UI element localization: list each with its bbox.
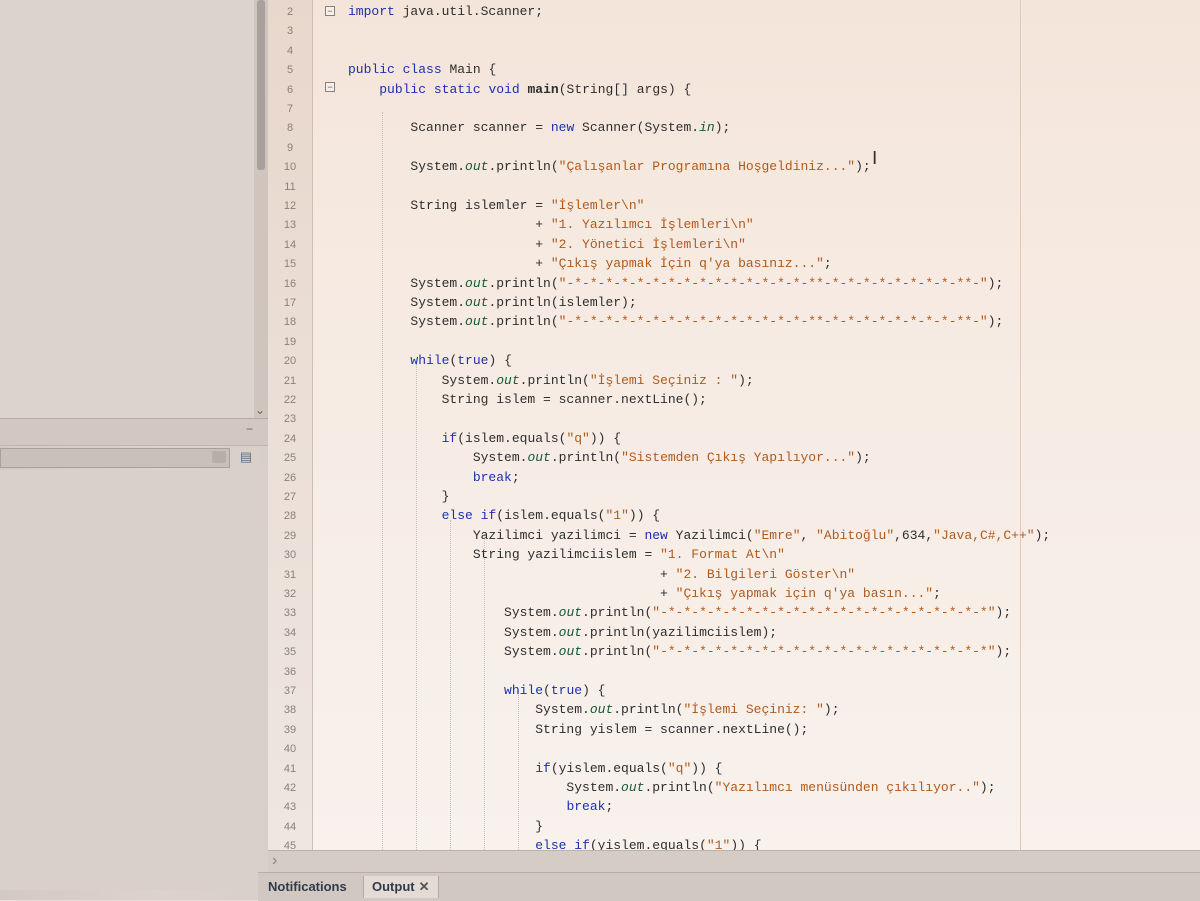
code-line[interactable]: + "2. Bilgileri Göster\n" [348, 567, 855, 583]
line-number: 12 [283, 200, 297, 212]
code-line[interactable]: String yazilimciislem = "1. Format At\n" [348, 547, 785, 563]
line-number: 13 [283, 219, 297, 231]
projects-scroll-thumb[interactable] [257, 0, 265, 170]
line-number: 29 [283, 530, 297, 542]
right-margin-line [1020, 0, 1021, 850]
line-number: 22 [283, 394, 297, 406]
line-number: 41 [283, 763, 297, 775]
line-number: 3 [286, 25, 294, 37]
line-number: 15 [283, 258, 297, 270]
ibeam-cursor-icon: I [872, 148, 878, 169]
line-number: 18 [283, 316, 297, 328]
line-number: 9 [286, 142, 294, 154]
line-number: 8 [286, 122, 294, 134]
code-line[interactable]: if(islem.equals("q")) { [348, 431, 621, 447]
code-line[interactable]: System.out.println("-*-*-*-*-*-*-*-*-*-*… [348, 644, 1011, 660]
scroll-right-icon[interactable]: › [272, 852, 277, 870]
line-number: 37 [283, 685, 297, 697]
line-number: 21 [283, 375, 297, 387]
line-number: 7 [286, 103, 294, 115]
editor-horizontal-scrollbar[interactable] [268, 850, 1200, 873]
line-number: 27 [283, 491, 297, 503]
line-number: 23 [283, 413, 297, 425]
code-line[interactable]: if(yislem.equals("q")) { [348, 761, 722, 777]
code-line[interactable]: String yislem = scanner.nextLine(); [348, 722, 808, 738]
line-number: 11 [284, 181, 296, 193]
tab-notifications-label: Notifications [268, 879, 347, 894]
code-line[interactable]: while(true) { [348, 683, 605, 699]
code-line[interactable]: System.out.println("-*-*-*-*-*-*-*-*-*-*… [348, 314, 1003, 330]
code-line[interactable]: String islemler = "İşlemler\n" [348, 198, 644, 214]
line-number: 10 [283, 161, 297, 173]
code-line[interactable]: String islem = scanner.nextLine(); [348, 392, 707, 408]
code-line[interactable]: System.out.println("-*-*-*-*-*-*-*-*-*-*… [348, 605, 1011, 621]
code-line[interactable]: } [348, 489, 450, 505]
line-number: 40 [283, 743, 297, 755]
line-number: 38 [283, 704, 297, 716]
code-line[interactable]: System.out.println("Çalışanlar Programın… [348, 159, 870, 175]
close-icon[interactable]: ✕ [419, 879, 430, 894]
line-number: 20 [283, 355, 297, 367]
minimize-icon[interactable]: − [246, 423, 260, 435]
line-number: 31 [283, 569, 297, 581]
scroll-down-icon[interactable]: ⌄ [252, 402, 268, 418]
line-number: 4 [286, 45, 294, 57]
code-line[interactable]: public static void main(String[] args) { [348, 82, 691, 98]
code-line[interactable]: } [348, 819, 543, 835]
line-number: 17 [283, 297, 297, 309]
line-number: 42 [283, 782, 297, 794]
navigator-panel [0, 470, 264, 890]
navigator-panel-icon[interactable]: ▤ [236, 448, 256, 466]
navigator-header [0, 418, 268, 446]
code-line[interactable]: System.out.println(yazilimciislem); [348, 625, 777, 641]
code-line[interactable]: Scanner scanner = new Scanner(System.in)… [348, 120, 730, 136]
tab-output-label: Output [372, 879, 415, 894]
tab-notifications[interactable]: Notifications [260, 876, 355, 898]
line-number: 33 [283, 607, 297, 619]
code-line[interactable]: + "Çıkış yapmak İçin q'ya basınız..."; [348, 256, 831, 272]
code-line[interactable]: while(true) { [348, 353, 511, 369]
line-number: 6 [286, 84, 294, 96]
code-line[interactable]: System.out.println(islemler); [348, 295, 636, 311]
line-number: 36 [283, 666, 297, 678]
line-number: 24 [283, 433, 297, 445]
code-line[interactable]: System.out.println("İşlemi Seçiniz : "); [348, 373, 754, 389]
code-line[interactable]: + "Çıkış yapmak için q'ya basın..."; [348, 586, 941, 602]
line-number: 35 [283, 646, 297, 658]
projects-panel[interactable] [0, 0, 254, 418]
fold-toggle-icon[interactable]: − [325, 82, 335, 92]
line-number: 32 [283, 588, 297, 600]
line-number: 43 [283, 801, 297, 813]
code-line[interactable]: break; [348, 799, 613, 815]
line-number: 19 [283, 336, 297, 348]
code-line[interactable]: + "1. Yazılımcı İşlemleri\n" [348, 217, 753, 233]
code-line[interactable]: break; [348, 470, 520, 486]
line-number: 26 [283, 472, 297, 484]
fold-toggle-icon[interactable]: − [325, 6, 335, 16]
line-number: 39 [283, 724, 297, 736]
line-number: 44 [283, 821, 297, 833]
code-line[interactable]: import java.util.Scanner; [348, 4, 543, 20]
code-line[interactable]: else if(islem.equals("1")) { [348, 508, 660, 524]
line-number: 5 [286, 64, 294, 76]
code-line[interactable]: public class Main { [348, 62, 496, 78]
code-line[interactable]: + "2. Yönetici İşlemleri\n" [348, 237, 746, 253]
tab-output[interactable]: Output ✕ [363, 876, 439, 898]
line-number: 34 [283, 627, 297, 639]
line-number: 2 [286, 6, 294, 18]
line-number: 25 [283, 452, 297, 464]
code-line[interactable]: System.out.println("-*-*-*-*-*-*-*-*-*-*… [348, 276, 1003, 292]
navigator-filter-button[interactable] [212, 451, 226, 463]
line-number: 16 [283, 278, 297, 290]
line-number: 14 [283, 239, 297, 251]
code-line[interactable]: System.out.println("Sistemden Çıkış Yapı… [348, 450, 871, 466]
line-number: 28 [283, 510, 297, 522]
line-number: 30 [283, 549, 297, 561]
code-line[interactable]: System.out.println("İşlemi Seçiniz: "); [348, 702, 839, 718]
code-line[interactable]: Yazilimci yazilimci = new Yazilimci("Emr… [348, 528, 1050, 544]
code-line[interactable]: System.out.println("Yazılımcı menüsünden… [348, 780, 995, 796]
navigator-filter-input[interactable] [0, 448, 230, 468]
